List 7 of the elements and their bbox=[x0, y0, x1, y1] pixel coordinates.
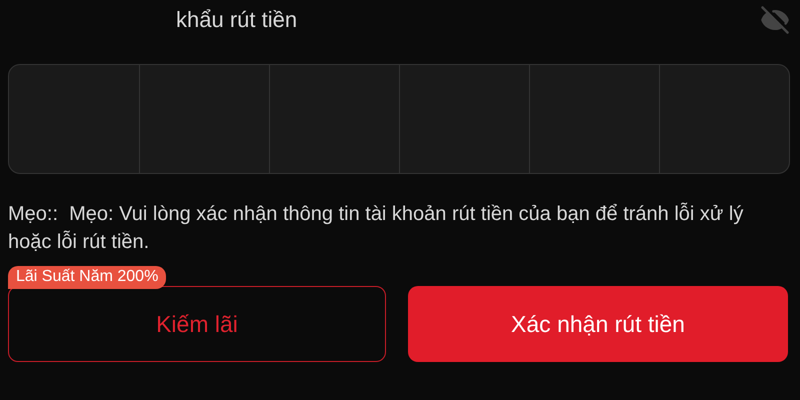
password-field[interactable] bbox=[8, 64, 790, 174]
confirm-button[interactable]: Xác nhận rút tiền bbox=[408, 286, 788, 362]
rate-badge: Lãi Suất Năm 200% bbox=[8, 266, 166, 289]
field-label: khẩu rút tiền bbox=[176, 7, 298, 33]
eye-off-icon[interactable] bbox=[760, 5, 790, 35]
tip-text: Mẹo:: Mẹo: Vui lòng xác nhận thông tin tài khoản rút tiền của bạn để tránh lỗi xử lý hoặc lỗi rút tiền. bbox=[8, 202, 744, 255]
earn-button[interactable]: Kiếm lãi bbox=[8, 286, 386, 362]
